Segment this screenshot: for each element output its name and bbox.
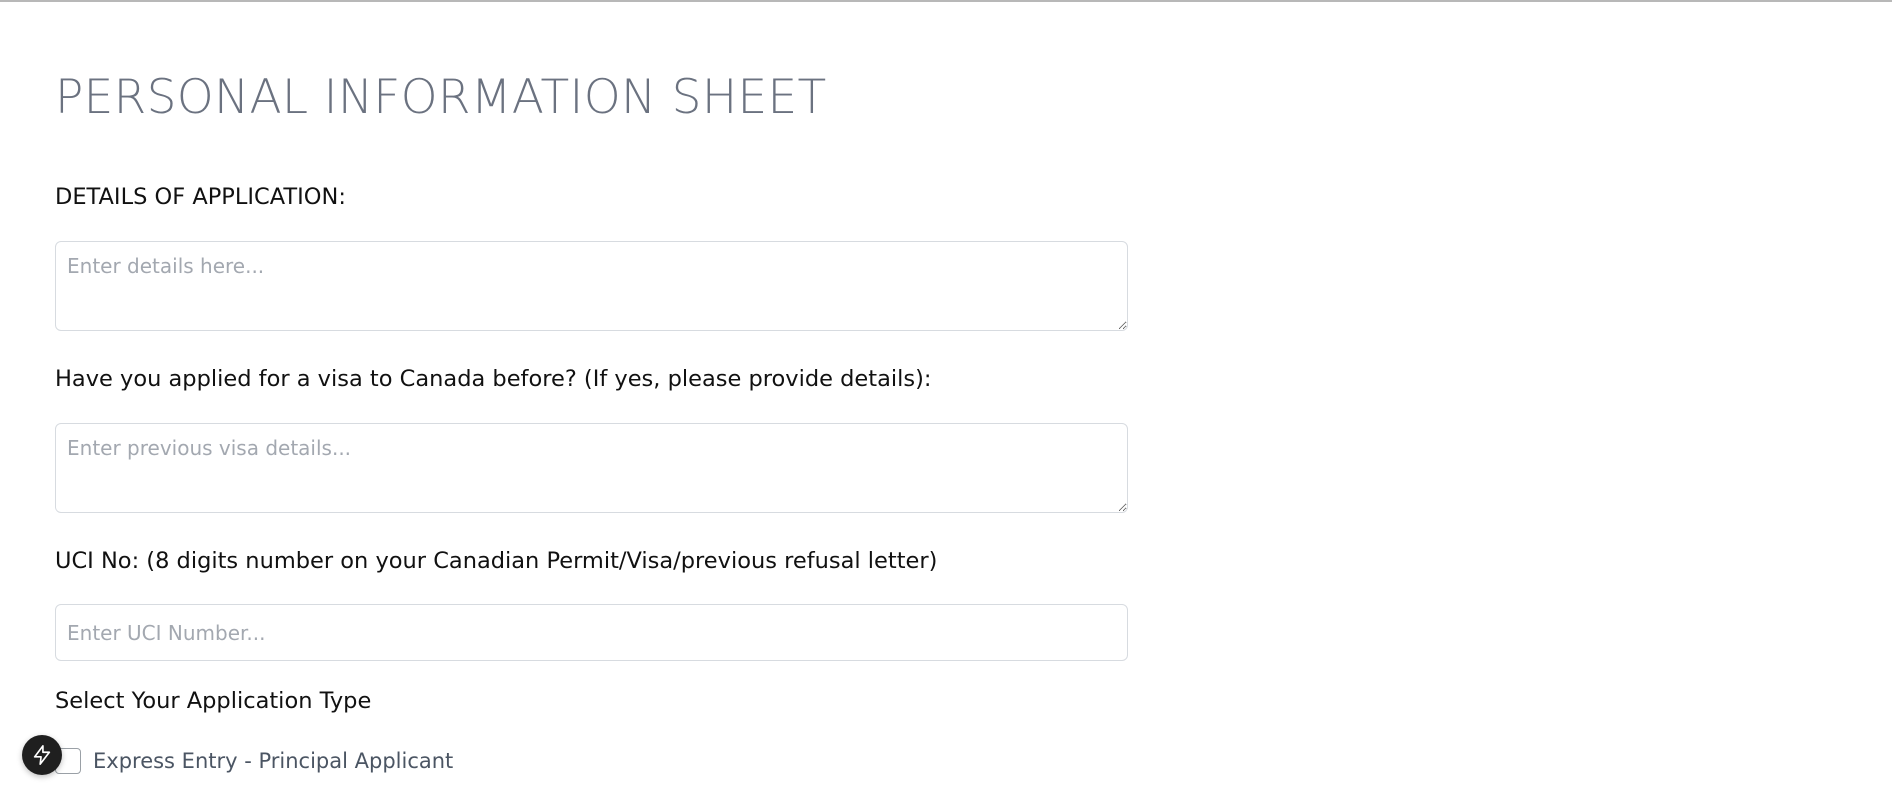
previous-visa-textarea[interactable]: [55, 423, 1128, 513]
details-label: DETAILS OF APPLICATION:: [55, 184, 346, 210]
express-entry-option[interactable]: Express Entry - Principal Applicant: [55, 746, 453, 776]
details-textarea[interactable]: [55, 241, 1128, 331]
lightning-bolt-icon: [33, 745, 51, 765]
previous-visa-label: Have you applied for a visa to Canada be…: [55, 366, 932, 392]
top-divider: [0, 0, 1892, 2]
uci-label: UCI No: (8 digits number on your Canadia…: [55, 548, 938, 574]
application-type-heading: Select Your Application Type: [55, 688, 372, 714]
page-title: PERSONAL INFORMATION SHEET: [55, 70, 827, 125]
lightning-bolt-button[interactable]: [22, 735, 62, 775]
express-entry-label: Express Entry - Principal Applicant: [93, 749, 454, 773]
uci-input[interactable]: [55, 604, 1128, 661]
